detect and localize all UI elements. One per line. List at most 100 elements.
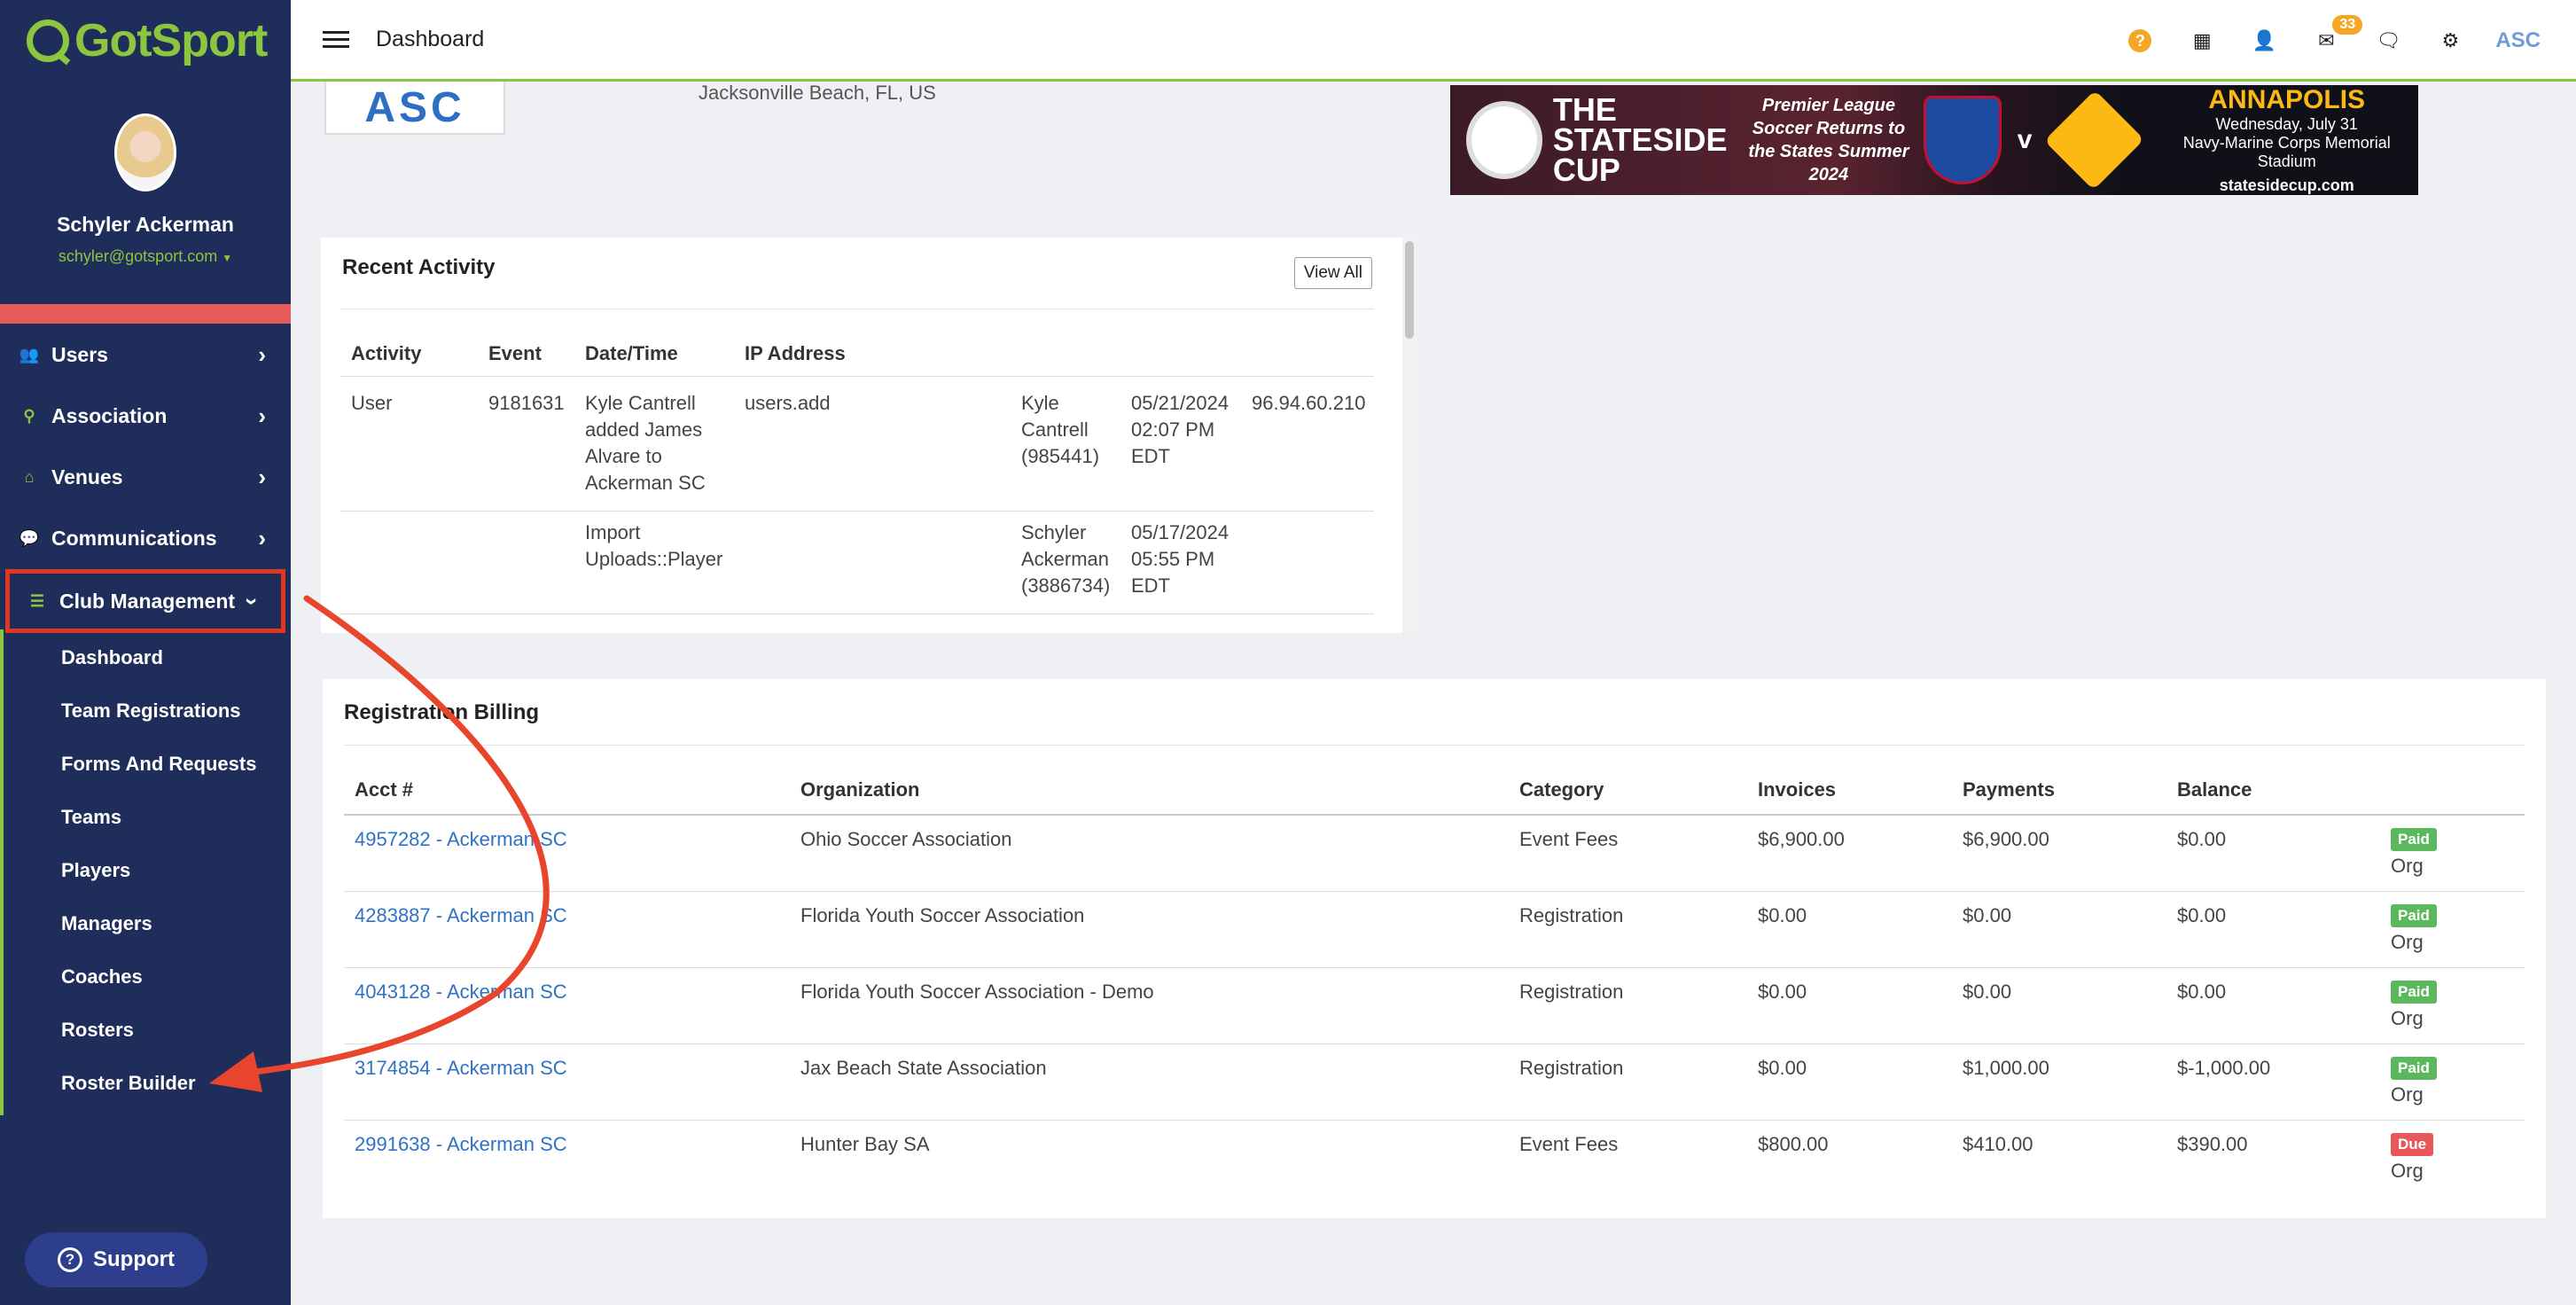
- divider: [340, 511, 1374, 512]
- activity-event: 9181631: [488, 392, 565, 414]
- acct-link[interactable]: 2991638 - Ackerman SC: [355, 1133, 567, 1156]
- scrollbar-thumb[interactable]: [1405, 241, 1414, 339]
- scrollbar[interactable]: [1402, 238, 1417, 633]
- chat-button[interactable]: 🗨: [2357, 29, 2419, 52]
- banner-tagline: Premier League Soccer Returns to the Sta…: [1748, 96, 1909, 184]
- chevron-right-icon: ›: [258, 341, 266, 368]
- subnav-teams[interactable]: Teams: [0, 791, 291, 844]
- gotsport-logo[interactable]: GotSport: [0, 0, 291, 82]
- chat-icon: 💬: [19, 529, 40, 547]
- organization: Hunter Bay SA: [800, 1133, 930, 1155]
- wolves-crest-icon: [2044, 90, 2145, 191]
- status-type: Org: [2391, 1160, 2424, 1182]
- payments: $410.00: [1963, 1133, 2033, 1155]
- activity-type: User: [351, 392, 393, 414]
- subnav-team-registrations[interactable]: Team Registrations: [0, 684, 291, 738]
- activity-datetime: 05/17/2024 05:55 PM EDT: [1131, 521, 1229, 597]
- logo-text: GotSport: [74, 15, 268, 66]
- divider: [340, 613, 1374, 614]
- top-header: Dashboard ? ▦ 👤 ✉ 33 🗨 ⚙ ASC: [291, 0, 2576, 82]
- recent-activity-panel: Recent Activity View All Activity Event …: [321, 238, 1417, 633]
- subnav-players[interactable]: Players: [0, 844, 291, 897]
- col-header-ip: IP Address: [745, 342, 846, 364]
- view-all-button[interactable]: View All: [1293, 257, 1372, 289]
- activity-action: users.add: [745, 392, 831, 414]
- acct-link[interactable]: 4957282 - Ackerman SC: [355, 828, 567, 851]
- status-type: Org: [2391, 1083, 2424, 1106]
- payments: $6,900.00: [1963, 828, 2049, 850]
- hamburger-menu-icon[interactable]: [323, 31, 349, 48]
- subnav-managers[interactable]: Managers: [0, 897, 291, 950]
- organization: Ohio Soccer Association: [800, 828, 1012, 850]
- nav-label: Association: [51, 404, 168, 427]
- nav-item-venues[interactable]: ⌂ Venues ›: [0, 447, 291, 508]
- gear-icon: ⚙: [2441, 29, 2460, 51]
- status-badge: Paid: [2391, 828, 2437, 851]
- payments: $1,000.00: [1963, 1057, 2049, 1079]
- banner-versus: v: [2017, 125, 2033, 154]
- organization: Florida Youth Soccer Association: [800, 904, 1085, 926]
- chevron-right-icon: ›: [258, 402, 266, 429]
- category: Event Fees: [1519, 828, 1619, 850]
- category: Registration: [1519, 904, 1624, 926]
- subnav-rosters[interactable]: Rosters: [0, 1004, 291, 1057]
- envelope-icon: ✉: [2318, 29, 2335, 51]
- messages-button[interactable]: ✉ 33: [2295, 15, 2363, 52]
- support-label: Support: [93, 1247, 175, 1271]
- subnav-dashboard[interactable]: Dashboard: [0, 631, 291, 684]
- col-header-activity: Activity: [351, 342, 422, 364]
- activity-ip: 96.94.60.210: [1252, 392, 1366, 414]
- acct-link[interactable]: 4283887 - Ackerman SC: [355, 904, 567, 927]
- profile-email-dropdown[interactable]: schyler@gotsport.com ▼: [0, 247, 291, 266]
- help-button[interactable]: ?: [2109, 29, 2171, 52]
- registration-billing-title: Registration Billing: [344, 700, 540, 724]
- status-type: Org: [2391, 931, 2424, 953]
- recent-activity-title: Recent Activity: [342, 255, 496, 279]
- profile-button[interactable]: 👤: [2233, 29, 2295, 52]
- balance: $0.00: [2177, 828, 2227, 850]
- settings-button[interactable]: ⚙: [2419, 29, 2481, 52]
- chevron-down-icon: ›: [239, 597, 267, 606]
- status-badge: Paid: [2391, 1057, 2437, 1080]
- subnav-coaches[interactable]: Coaches: [0, 950, 291, 1004]
- soccer-ball-icon: [1466, 101, 1542, 179]
- invoices: $0.00: [1758, 1057, 1807, 1079]
- table-row: 4957282 - Ackerman SC Ohio Soccer Associ…: [344, 816, 2525, 892]
- payments: $0.00: [1963, 981, 2012, 1003]
- col-header-invoices: Invoices: [1758, 778, 1837, 801]
- help-icon: ?: [2128, 29, 2152, 52]
- nav-item-association[interactable]: ⚲ Association ›: [0, 386, 291, 447]
- list-icon: ☰: [29, 591, 45, 610]
- registration-billing-panel: Registration Billing Acct # Organization…: [323, 679, 2546, 1218]
- nav-label: Venues: [51, 465, 123, 488]
- acct-link[interactable]: 3174854 - Ackerman SC: [355, 1057, 567, 1080]
- col-header-datetime: Date/Time: [585, 342, 678, 364]
- stateside-cup-banner[interactable]: THE STATESIDE CUP Premier League Soccer …: [1450, 85, 2418, 195]
- banner-title: THE STATESIDE CUP: [1552, 91, 1728, 188]
- acct-link[interactable]: 4043128 - Ackerman SC: [355, 981, 567, 1004]
- subnav-forms-and-requests[interactable]: Forms And Requests: [0, 738, 291, 791]
- activity-user: Kyle Cantrell (985441): [1021, 392, 1100, 467]
- chevron-right-icon: ›: [258, 525, 266, 551]
- home-icon: ⌂: [24, 468, 35, 486]
- qr-code-button[interactable]: ▦: [2171, 29, 2233, 52]
- sidebar: GotSport Schyler Ackerman schyler@gotspo…: [0, 0, 291, 1305]
- org-switcher[interactable]: ASC: [2495, 28, 2541, 53]
- collapsed-menu-strip: [0, 304, 291, 324]
- avatar: [114, 113, 176, 191]
- logo-icon: [27, 20, 69, 62]
- col-header-organization: Organization: [800, 778, 920, 801]
- balance: $390.00: [2177, 1133, 2248, 1155]
- col-header-payments: Payments: [1963, 778, 2055, 801]
- subnav-roster-builder[interactable]: Roster Builder: [0, 1057, 291, 1110]
- nav-item-communications[interactable]: 💬 Communications ›: [0, 508, 291, 569]
- nav-label: Club Management: [59, 589, 236, 613]
- banner-event-info: ANNAPOLIS Wednesday, July 31 Navy-Marine…: [2155, 85, 2418, 195]
- support-button[interactable]: ? Support: [25, 1232, 207, 1287]
- col-header-category: Category: [1519, 778, 1604, 801]
- club-logo-text: ASC: [364, 84, 465, 131]
- status-badge: Due: [2391, 1133, 2434, 1156]
- banner-date: Wednesday, July 31: [2215, 115, 2358, 133]
- nav-item-club-management[interactable]: ☰ Club Management ›: [5, 569, 285, 633]
- nav-item-users[interactable]: 👥 Users ›: [0, 324, 291, 386]
